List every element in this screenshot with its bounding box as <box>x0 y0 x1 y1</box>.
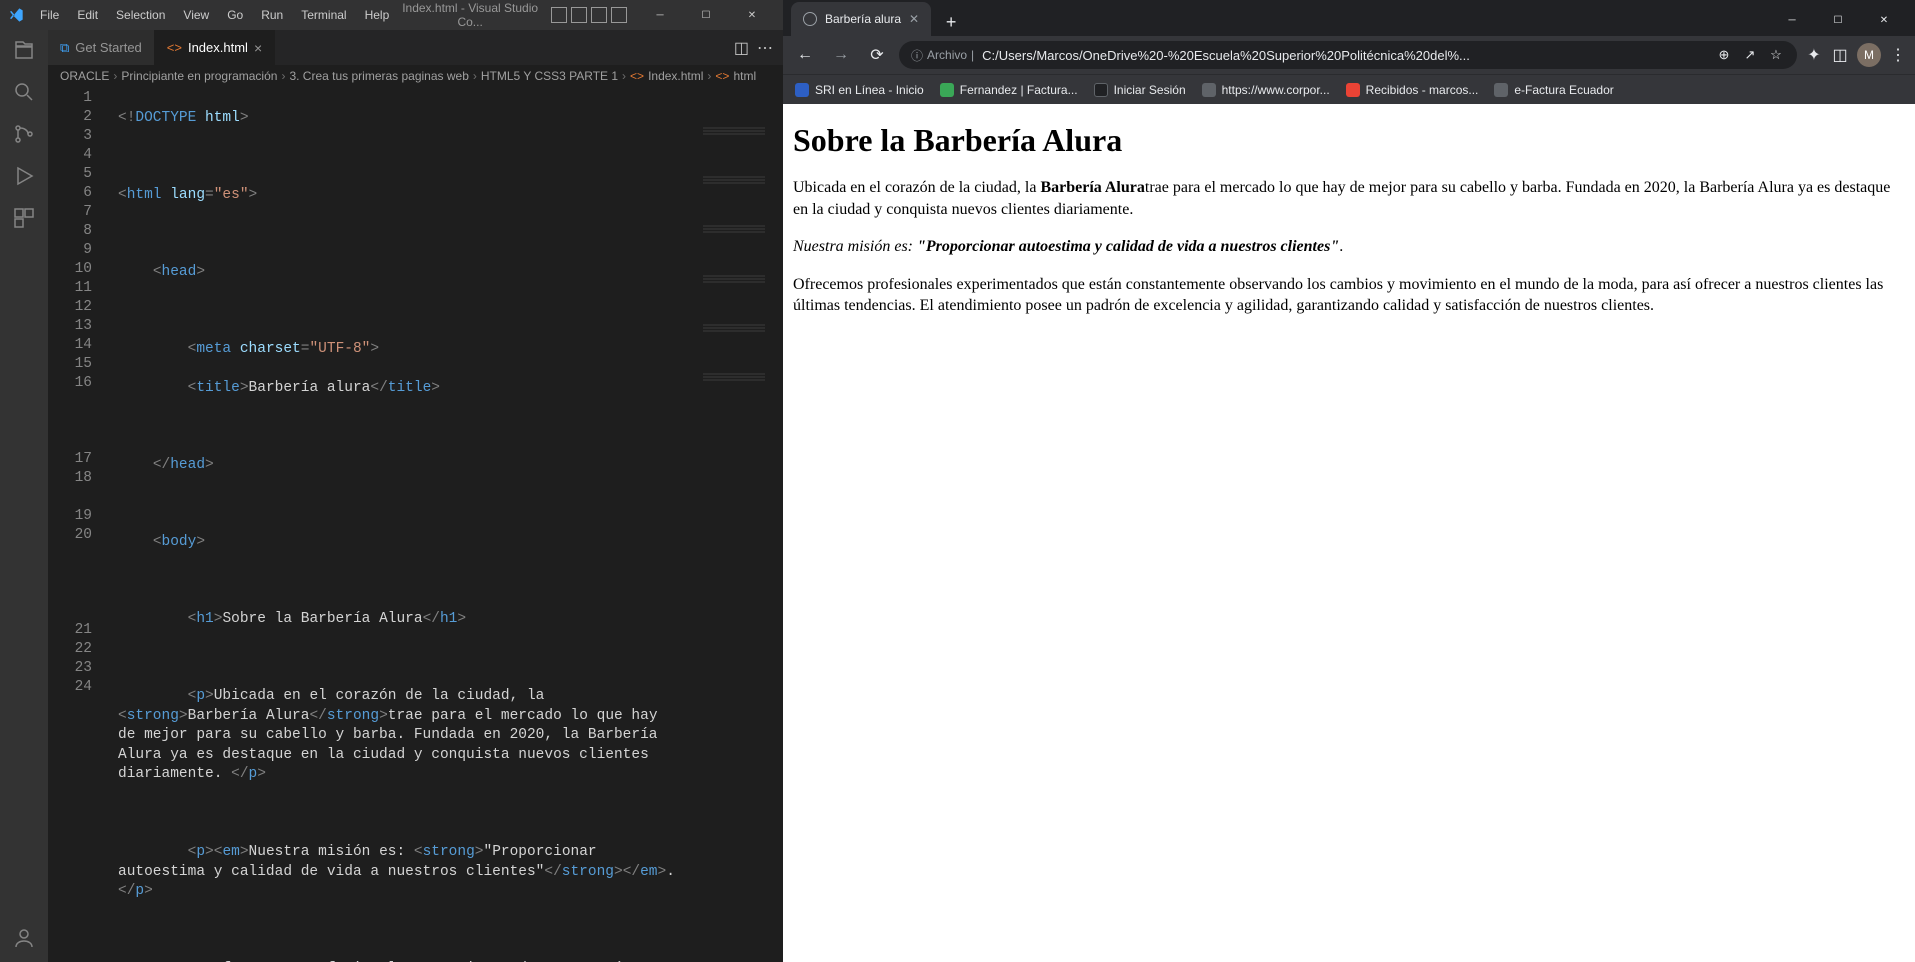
side-panel-icon[interactable]: ◫ <box>1831 46 1849 64</box>
accounts-icon[interactable] <box>12 926 36 950</box>
bookmark-favicon-icon <box>1202 83 1216 97</box>
breadcrumb-item[interactable]: ORACLE <box>60 69 109 83</box>
share-icon[interactable]: ↗ <box>1741 46 1759 64</box>
maximize-button[interactable]: ☐ <box>683 0 729 30</box>
tab-index-html[interactable]: <> Index.html × <box>155 30 275 65</box>
source-control-icon[interactable] <box>12 122 36 146</box>
page-paragraph: Ofrecemos profesionales experimentados q… <box>793 274 1905 317</box>
code-content[interactable]: <!DOCTYPE html> <html lang="es"> <head> … <box>100 87 769 962</box>
minimap[interactable] <box>699 87 769 227</box>
breadcrumb-item[interactable]: Principiante en programación <box>121 69 277 83</box>
line-number-gutter: 1 2 3 4 5 6 7 8 9 10 11 12 13 14 15 16 1 <box>48 87 100 962</box>
close-button[interactable]: ✕ <box>1861 4 1907 36</box>
search-icon[interactable] <box>12 80 36 104</box>
vscode-window: File Edit Selection View Go Run Terminal… <box>0 0 783 962</box>
page-content: Sobre la Barbería Alura Ubicada en el co… <box>783 104 1915 962</box>
tab-label: Index.html <box>188 40 248 55</box>
layout-icon[interactable] <box>571 7 587 23</box>
menu-help[interactable]: Help <box>357 4 398 26</box>
chrome-toolbar: ← → ⟳ ⓘ Archivo | C:/Users/Marcos/OneDri… <box>783 36 1915 74</box>
split-editor-icon[interactable]: ◫ <box>734 38 749 58</box>
menu-icon[interactable]: ⋮ <box>1889 46 1907 64</box>
editor-tabs: ⧉ Get Started <> Index.html × ◫ ⋯ <box>48 30 783 65</box>
breadcrumb[interactable]: ORACLE› Principiante en programación› 3.… <box>48 65 783 87</box>
bookmark-favicon-icon <box>1494 83 1508 97</box>
more-actions-icon[interactable]: ⋯ <box>757 38 773 58</box>
bookmark-favicon-icon <box>795 83 809 97</box>
breadcrumb-item[interactable]: Index.html <box>648 69 703 83</box>
back-button[interactable]: ← <box>791 41 819 69</box>
extensions-icon[interactable] <box>12 206 36 230</box>
html-file-icon: <> <box>167 40 182 55</box>
chrome-window: Barbería alura ✕ + ─ ☐ ✕ ← → ⟳ ⓘ Archivo… <box>783 0 1915 962</box>
page-paragraph: Ubicada en el corazón de la ciudad, la B… <box>793 177 1905 220</box>
activity-bar <box>0 30 48 962</box>
vscode-tab-icon: ⧉ <box>60 40 69 56</box>
page-paragraph: Nuestra misión es: "Proporcionar autoest… <box>793 236 1905 258</box>
vscode-titlebar: File Edit Selection View Go Run Terminal… <box>0 0 783 30</box>
globe-icon <box>803 12 817 26</box>
browser-tab[interactable]: Barbería alura ✕ <box>791 2 931 36</box>
explorer-icon[interactable] <box>12 38 36 62</box>
tab-label: Get Started <box>75 40 141 55</box>
menu-file[interactable]: File <box>32 4 67 26</box>
breadcrumb-item[interactable]: 3. Crea tus primeras paginas web <box>289 69 468 83</box>
file-icon: ⓘ Archivo | <box>911 47 974 64</box>
chrome-tabstrip: Barbería alura ✕ + ─ ☐ ✕ <box>783 0 1915 36</box>
layout-icon[interactable] <box>611 7 627 23</box>
bookmark-item[interactable]: SRI en Línea - Inicio <box>795 83 924 97</box>
editor-scrollbar[interactable] <box>769 87 783 962</box>
menu-go[interactable]: Go <box>219 4 251 26</box>
extensions-icon[interactable]: ✦ <box>1805 46 1823 64</box>
menu-run[interactable]: Run <box>253 4 291 26</box>
address-bar[interactable]: ⓘ Archivo | C:/Users/Marcos/OneDrive%20-… <box>899 41 1797 69</box>
forward-button[interactable]: → <box>827 41 855 69</box>
code-editor[interactable]: 1 2 3 4 5 6 7 8 9 10 11 12 13 14 15 16 1 <box>48 87 783 962</box>
breadcrumb-item[interactable]: HTML5 Y CSS3 PARTE 1 <box>481 69 618 83</box>
bookmark-favicon-icon <box>1094 83 1108 97</box>
page-heading: Sobre la Barbería Alura <box>793 122 1905 159</box>
menu-selection[interactable]: Selection <box>108 4 173 26</box>
maximize-button[interactable]: ☐ <box>1815 4 1861 36</box>
close-button[interactable]: ✕ <box>729 0 775 30</box>
new-tab-button[interactable]: + <box>937 8 965 36</box>
bookmark-star-icon[interactable]: ☆ <box>1767 46 1785 64</box>
menu-edit[interactable]: Edit <box>69 4 106 26</box>
url-text: C:/Users/Marcos/OneDrive%20-%20Escuela%2… <box>982 48 1707 63</box>
reload-button[interactable]: ⟳ <box>863 41 891 69</box>
bookmark-favicon-icon <box>940 83 954 97</box>
vscode-logo-icon <box>8 7 24 23</box>
close-tab-icon[interactable]: × <box>254 40 262 56</box>
run-debug-icon[interactable] <box>12 164 36 188</box>
bookmark-item[interactable]: https://www.corpor... <box>1202 83 1330 97</box>
layout-controls[interactable] <box>543 7 635 23</box>
bookmark-item[interactable]: e-Factura Ecuador <box>1494 83 1613 97</box>
search-icon[interactable]: ⊕ <box>1715 46 1733 64</box>
menu-terminal[interactable]: Terminal <box>293 4 354 26</box>
tab-title: Barbería alura <box>825 12 901 26</box>
bookmark-item[interactable]: Recibidos - marcos... <box>1346 83 1479 97</box>
minimize-button[interactable]: ─ <box>637 0 683 30</box>
layout-icon[interactable] <box>551 7 567 23</box>
layout-icon[interactable] <box>591 7 607 23</box>
bookmarks-bar: SRI en Línea - Inicio Fernandez | Factur… <box>783 74 1915 104</box>
bookmark-item[interactable]: Fernandez | Factura... <box>940 83 1078 97</box>
menu-view[interactable]: View <box>175 4 217 26</box>
bookmark-item[interactable]: Iniciar Sesión <box>1094 83 1186 97</box>
breadcrumb-item[interactable]: html <box>733 69 756 83</box>
close-tab-icon[interactable]: ✕ <box>909 12 919 26</box>
bookmark-favicon-icon <box>1346 83 1360 97</box>
profile-avatar[interactable]: M <box>1857 43 1881 67</box>
tab-get-started[interactable]: ⧉ Get Started <box>48 30 155 65</box>
window-title: Index.html - Visual Studio Co... <box>399 1 541 29</box>
minimize-button[interactable]: ─ <box>1769 4 1815 36</box>
